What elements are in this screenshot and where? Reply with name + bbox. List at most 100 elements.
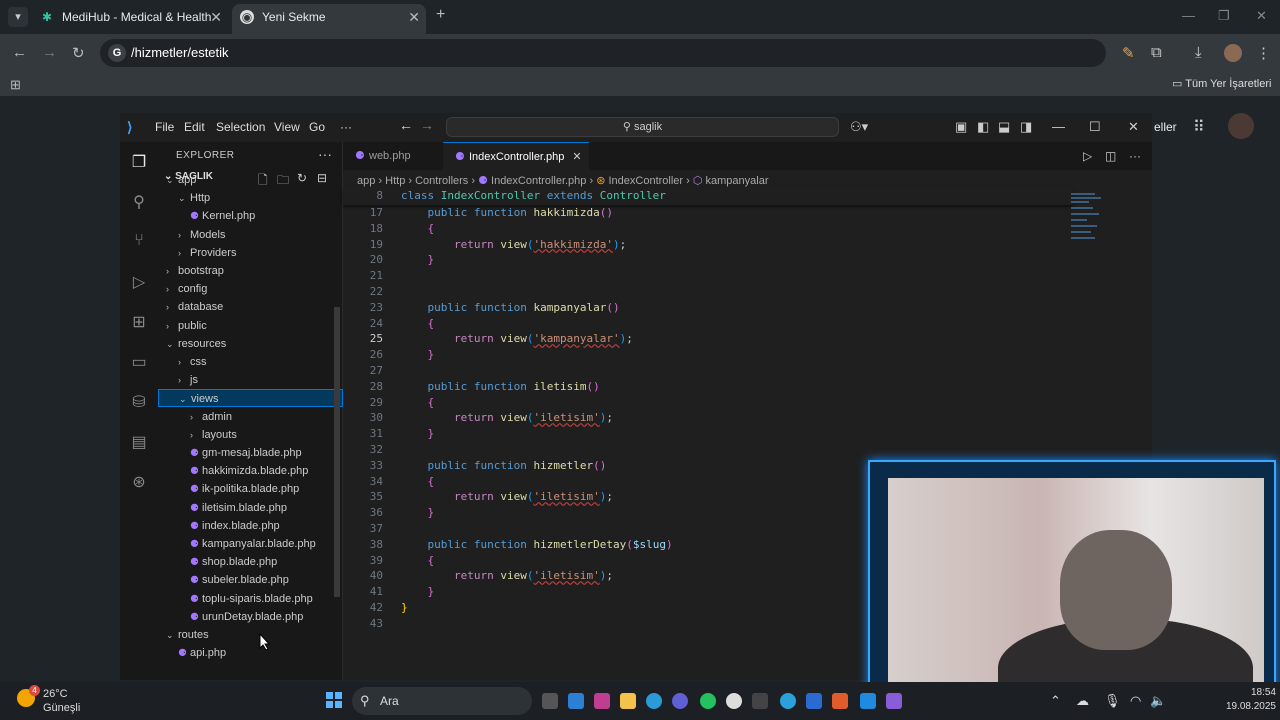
tree-file[interactable]: ⚈ hakkimizda.blade.php xyxy=(158,462,343,480)
tray-overflow-icon[interactable]: ⌃ xyxy=(1050,693,1061,709)
tree-file[interactable]: ⚈ api.php xyxy=(158,644,343,662)
back-icon[interactable]: ← xyxy=(12,44,27,61)
tab-indexcontroller-php[interactable]: ⚈ IndexController.php ✕ xyxy=(443,142,589,170)
edge-icon[interactable] xyxy=(646,693,662,709)
all-bookmarks[interactable]: ▭ Tüm Yer İşaretleri xyxy=(1172,77,1271,90)
forward-icon[interactable]: → xyxy=(42,44,57,61)
tree-file[interactable]: ⚈ subeler.blade.php xyxy=(158,571,343,589)
volume-icon[interactable]: 🔈 xyxy=(1150,693,1166,709)
search-icon[interactable]: ⚲ xyxy=(129,192,149,212)
copilot-icon[interactable]: ⚇▾ xyxy=(850,119,868,135)
menu-dots-icon[interactable]: ⋮ xyxy=(1256,44,1271,62)
cloud-icon[interactable]: ☁ xyxy=(1076,693,1089,709)
browser-tab-new[interactable]: ◉ Yeni Sekme ✕ xyxy=(232,4,426,34)
sticky-scroll-line[interactable]: 8 class IndexController extends Controll… xyxy=(343,187,1073,205)
toggle-sidebar-icon[interactable]: ◧ xyxy=(977,119,989,135)
close-tab-icon[interactable]: ✕ xyxy=(572,151,581,163)
copilot-app-icon[interactable] xyxy=(568,693,584,709)
command-center[interactable]: ⚲ saglik xyxy=(446,117,839,137)
toggle-panel-icon[interactable]: ⬓ xyxy=(998,119,1010,135)
file-explorer-icon[interactable] xyxy=(620,693,636,709)
tab-web-php[interactable]: ⚈ web.php xyxy=(343,142,443,170)
tab-search-button[interactable]: ▾ xyxy=(8,7,28,27)
tree-file[interactable]: ⚈ shop.blade.php xyxy=(158,553,343,571)
close-icon[interactable]: ✕ xyxy=(1128,119,1139,135)
tree-folder[interactable]: ⌄ resources xyxy=(158,335,343,353)
run-debug-icon[interactable]: ▷ xyxy=(129,272,149,292)
tree-file[interactable]: ⚈ Kernel.php xyxy=(158,207,343,225)
layout-icon[interactable]: ▣ xyxy=(955,119,967,135)
menu-go[interactable]: Go xyxy=(309,120,325,134)
minimize-icon[interactable]: — xyxy=(1052,119,1065,134)
tree-file[interactable]: ⚈ toplu-siparis.blade.php xyxy=(158,590,343,608)
more-actions-icon[interactable]: ··· xyxy=(1129,149,1141,163)
tree-file[interactable]: ⚈ ik-politika.blade.php xyxy=(158,480,343,498)
tree-folder[interactable]: ⌄ routes xyxy=(158,626,343,644)
menu-view[interactable]: View xyxy=(274,120,300,134)
tree-folder[interactable]: › admin xyxy=(158,408,343,426)
tree-file[interactable]: ⚈ gm-mesaj.blade.php xyxy=(158,444,343,462)
page-avatar[interactable] xyxy=(1228,113,1254,139)
reload-icon[interactable]: ↻ xyxy=(72,44,85,62)
vscode-taskbar-icon[interactable] xyxy=(860,693,876,709)
start-button[interactable] xyxy=(326,692,342,708)
telegram-icon[interactable] xyxy=(780,693,796,709)
app-icon[interactable] xyxy=(886,693,902,709)
tree-folder[interactable]: › layouts xyxy=(158,426,343,444)
extensions-icon[interactable]: ⧉ xyxy=(1151,44,1162,61)
grid-icon[interactable]: ⠿ xyxy=(1193,117,1205,137)
tree-folder[interactable]: › database xyxy=(158,298,343,316)
more-actions-icon[interactable]: ··· xyxy=(318,146,332,162)
wifi-icon[interactable]: ◠ xyxy=(1130,693,1141,709)
tree-file[interactable]: ⚈ index.blade.php xyxy=(158,517,343,535)
taskbar-search[interactable]: ⚲ Ara xyxy=(352,687,532,715)
download-icon[interactable]: ⤓ xyxy=(1195,44,1202,61)
close-tab-icon[interactable]: ✕ xyxy=(210,4,222,30)
nav-forward-icon[interactable]: → xyxy=(420,117,434,133)
close-window-icon[interactable]: ✕ xyxy=(1256,8,1267,24)
maximize-icon[interactable]: ☐ xyxy=(1089,119,1101,135)
folder-icon[interactable]: ▤ xyxy=(129,432,149,452)
extensions-icon[interactable]: ⊞ xyxy=(129,312,149,332)
tree-folder[interactable]: › css xyxy=(158,353,343,371)
source-control-icon[interactable]: ⑂ xyxy=(129,232,149,252)
tree-folder[interactable]: › bootstrap xyxy=(158,262,343,280)
tree-folder[interactable]: › Models xyxy=(158,226,343,244)
whatsapp-icon[interactable] xyxy=(700,693,716,709)
tree-folder[interactable]: ⌄ app xyxy=(158,171,343,189)
tree-file[interactable]: ⚈ urunDetay.blade.php xyxy=(158,608,343,626)
nav-back-icon[interactable]: ← xyxy=(399,117,413,133)
split-editor-icon[interactable]: ◫ xyxy=(1105,149,1116,163)
app-icon[interactable] xyxy=(672,693,688,709)
apps-grid-icon[interactable]: ⊞ xyxy=(10,77,21,93)
clock[interactable]: 18:54 19.08.2025 xyxy=(1192,687,1276,712)
remote-explorer-icon[interactable]: ▭ xyxy=(129,352,149,372)
menu-selection[interactable]: Selection xyxy=(216,120,265,134)
tree-folder[interactable]: › js xyxy=(158,371,343,389)
close-tab-icon[interactable]: ✕ xyxy=(408,4,420,30)
app-icon[interactable] xyxy=(594,693,610,709)
run-icon[interactable]: ▷ xyxy=(1083,149,1092,163)
address-bar[interactable]: G /hizmetler/estetik xyxy=(100,39,1106,67)
tree-folder[interactable]: ⌄ views xyxy=(158,389,343,408)
database-icon[interactable]: ⛁ xyxy=(129,392,149,412)
new-tab-icon[interactable]: + xyxy=(436,6,445,24)
tree-folder[interactable]: › Providers xyxy=(158,244,343,262)
sidebar-scrollbar[interactable] xyxy=(334,307,340,597)
app-icon[interactable] xyxy=(832,693,848,709)
chrome-icon[interactable] xyxy=(726,693,742,709)
minimize-icon[interactable]: — xyxy=(1182,8,1195,23)
tree-folder[interactable]: › public xyxy=(158,317,343,335)
profile-avatar[interactable] xyxy=(1224,44,1242,62)
app-icon[interactable] xyxy=(806,693,822,709)
task-view-icon[interactable] xyxy=(542,693,558,709)
menu-edit[interactable]: Edit xyxy=(184,120,205,134)
tree-folder[interactable]: › config xyxy=(158,280,343,298)
menu-more[interactable]: ··· xyxy=(340,120,352,134)
mic-icon[interactable]: 🎙 xyxy=(1104,693,1121,709)
terminal-icon[interactable] xyxy=(752,693,768,709)
toggle-aux-icon[interactable]: ◨ xyxy=(1020,119,1032,135)
maximize-icon[interactable]: ❐ xyxy=(1218,8,1230,24)
tree-folder[interactable]: ⌄ Http xyxy=(158,189,343,207)
explorer-icon[interactable]: ❐ xyxy=(129,152,149,172)
